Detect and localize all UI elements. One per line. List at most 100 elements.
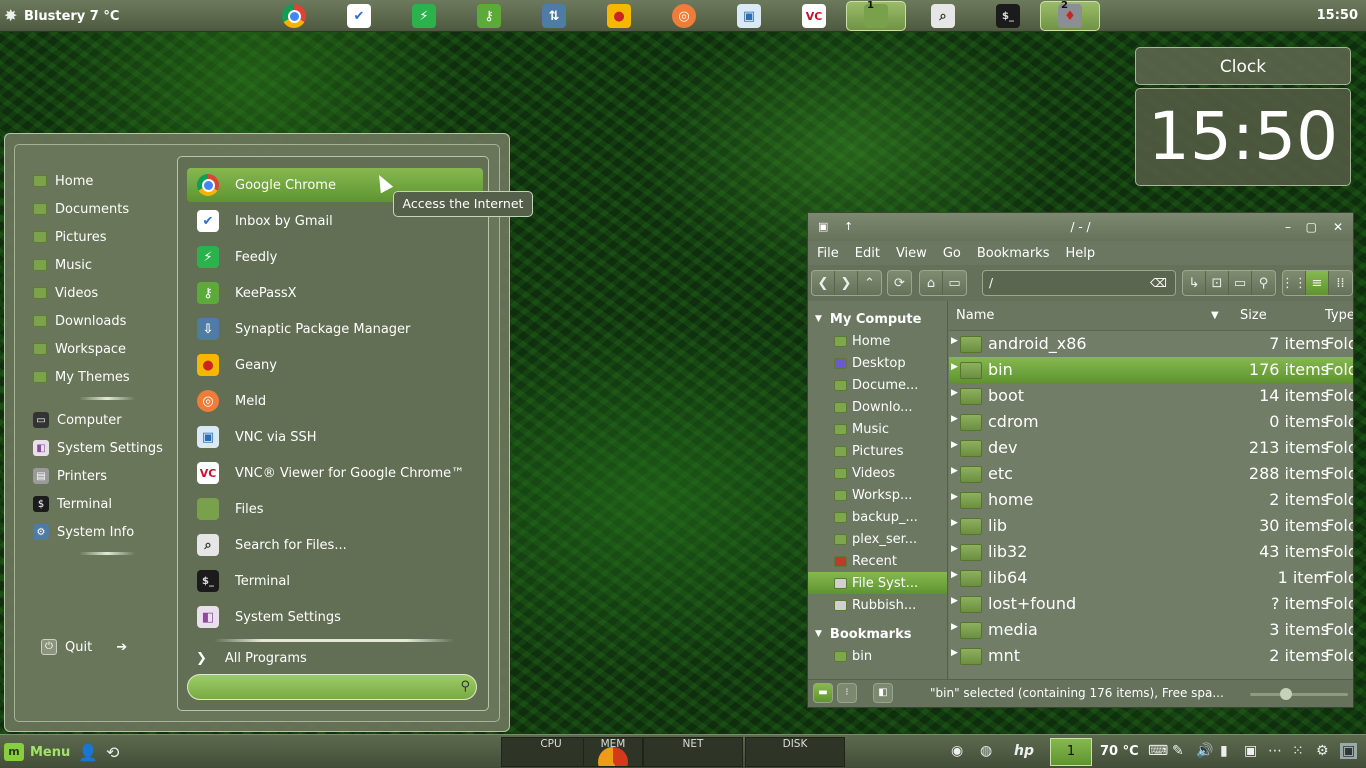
volume-icon[interactable]: 🔊	[1196, 743, 1213, 759]
expander-icon[interactable]: ▶	[951, 492, 958, 502]
menu-view[interactable]: View	[896, 246, 927, 261]
launcher-files[interactable]: 1	[846, 0, 906, 31]
sidebar-toggle-icon[interactable]: ◧	[873, 683, 893, 703]
table-row[interactable]: ▶ lib64 1 itemFold	[949, 565, 1353, 591]
expander-icon[interactable]: ▶	[951, 570, 958, 580]
sidebar-item-pictures[interactable]: Pictures	[808, 440, 947, 462]
panel-clock[interactable]: 15:50	[1317, 0, 1358, 32]
sidebar-item-home[interactable]: Home	[808, 330, 947, 352]
place-item-music[interactable]: Music	[25, 251, 175, 279]
place-item-documents[interactable]: Documents	[25, 195, 175, 223]
table-row[interactable]: ▶ lib32 43 itemsFold	[949, 539, 1353, 565]
titlebar[interactable]: ▣ ↑ / - / – ▢ ✕	[808, 213, 1353, 241]
column-name[interactable]: Name	[956, 308, 994, 323]
terminal-button[interactable]: ⊡	[1206, 271, 1229, 295]
launcher-keepassx[interactable]: ⚷	[459, 1, 519, 31]
column-size[interactable]: Size	[1240, 308, 1267, 323]
table-row[interactable]: ▶ android_x86 7 itemsFold	[949, 331, 1353, 357]
launcher-vnc-ssh[interactable]: ▣	[719, 1, 779, 31]
place-item-my-themes[interactable]: My Themes	[25, 363, 175, 391]
table-row[interactable]: ▶ boot 14 itemsFold	[949, 383, 1353, 409]
places-toggle-icon[interactable]: ▬	[813, 683, 833, 703]
window-menu-icon[interactable]: ▣	[818, 213, 828, 241]
maximize-button[interactable]: ▢	[1306, 213, 1317, 241]
expander-icon[interactable]: ▶	[951, 518, 958, 528]
quit-button[interactable]: ⏻ Quit ➔	[41, 639, 127, 655]
sidebar-item-music[interactable]: Music	[808, 418, 947, 440]
app-item-geany[interactable]: ● Geany	[187, 348, 483, 382]
hp-icon[interactable]: hp	[1014, 743, 1034, 759]
launcher-suit[interactable]: 2 ♦	[1040, 0, 1100, 31]
expander-icon[interactable]: ▶	[951, 336, 958, 346]
graph-mem[interactable]: MEM	[583, 737, 643, 767]
expander-icon[interactable]: ▶	[951, 388, 958, 398]
forward-button[interactable]: ❯	[835, 271, 858, 295]
minimize-button[interactable]: –	[1285, 213, 1291, 241]
toggle-location-icon[interactable]: ↳	[1183, 271, 1206, 295]
computer-button[interactable]: ▭	[943, 271, 966, 295]
zoom-slider[interactable]	[1250, 688, 1348, 700]
launcher-gmail[interactable]: ✔	[329, 1, 389, 31]
apps-grid-icon[interactable]: ⁙	[1292, 743, 1304, 759]
more-icon[interactable]: ⋯	[1268, 743, 1282, 759]
table-row[interactable]: ▶ etc 288 itemsFold	[949, 461, 1353, 487]
icon-view-button[interactable]: ⋮⋮	[1281, 271, 1307, 295]
workspace-switcher[interactable]: 1	[1050, 738, 1092, 766]
graph-net[interactable]: NET	[643, 737, 743, 767]
system-item-printers[interactable]: ▤ Printers	[25, 462, 175, 490]
table-row[interactable]: ▶ cdrom 0 itemsFold	[949, 409, 1353, 435]
keyboard-icon[interactable]: ⌨	[1148, 743, 1168, 759]
expander-icon[interactable]: ▶	[951, 544, 958, 554]
sidebar-item-desktop[interactable]: Desktop	[808, 352, 947, 374]
app-item-synaptic-package-manager[interactable]: ⇩ Synaptic Package Manager	[187, 312, 483, 346]
place-item-downloads[interactable]: Downloads	[25, 307, 175, 335]
location-input[interactable]: / ⌫	[982, 270, 1176, 296]
sidebar-item-downlo[interactable]: Downlo...	[808, 396, 947, 418]
new-folder-button[interactable]: ▭	[1229, 271, 1252, 295]
launcher-chrome[interactable]	[264, 1, 324, 31]
all-programs-button[interactable]: ❯ All Programs	[196, 651, 307, 666]
show-desktop-icon[interactable]: ▣	[1340, 743, 1358, 759]
place-item-workspace[interactable]: Workspace	[25, 335, 175, 363]
sidebar-section-bookmarks[interactable]: ▼ Bookmarks	[808, 623, 947, 645]
close-button[interactable]: ✕	[1333, 213, 1343, 241]
sidebar-item-docume[interactable]: Docume...	[808, 374, 947, 396]
app-item-vnc-viewer-for-google-chrome[interactable]: VC VNC® Viewer for Google Chrome™	[187, 456, 483, 490]
app-item-files[interactable]: Files	[187, 492, 483, 526]
pen-icon[interactable]: ✎	[1172, 743, 1184, 759]
launcher-vnc-viewer[interactable]: VC	[784, 1, 844, 31]
menu-help[interactable]: Help	[1065, 246, 1095, 261]
table-row[interactable]: ▶ lost+found ? itemsFold	[949, 591, 1353, 617]
launcher-synaptic[interactable]: ⇅	[524, 1, 584, 31]
app-item-keepassx[interactable]: ⚷ KeePassX	[187, 276, 483, 310]
place-item-videos[interactable]: Videos	[25, 279, 175, 307]
menu-button[interactable]: m Menu	[4, 735, 70, 768]
settings-gear-icon[interactable]: ⚙	[1316, 743, 1329, 759]
pin-icon[interactable]: ↑	[844, 213, 853, 241]
tree-toggle-icon[interactable]: ⁝	[837, 683, 857, 703]
battery-icon[interactable]: ▮	[1220, 743, 1228, 759]
table-row[interactable]: ▶ home 2 itemsFold	[949, 487, 1353, 513]
app-item-vnc-via-ssh[interactable]: ▣ VNC via SSH	[187, 420, 483, 454]
expander-icon[interactable]: ▶	[951, 466, 958, 476]
launcher-meld[interactable]: ◎	[654, 1, 714, 31]
bookmark-item-bin[interactable]: bin	[808, 645, 947, 667]
system-item-system-info[interactable]: ⚙ System Info	[25, 518, 175, 546]
app-item-terminal[interactable]: $_ Terminal	[187, 564, 483, 598]
menu-go[interactable]: Go	[943, 246, 961, 261]
expander-icon[interactable]: ▶	[951, 440, 958, 450]
search-button[interactable]: ⚲	[1252, 271, 1275, 295]
launcher-search-files[interactable]: ⌕	[913, 1, 973, 31]
column-type[interactable]: Type	[1325, 308, 1353, 323]
launcher-terminal[interactable]: $_	[978, 1, 1038, 31]
reload-button[interactable]: ⟳	[888, 271, 911, 295]
table-row[interactable]: ▶ bin 176 itemsFold	[949, 357, 1353, 383]
user-icon[interactable]: 👤	[78, 743, 98, 762]
expander-icon[interactable]: ▶	[951, 622, 958, 632]
up-button[interactable]: ⌃	[858, 271, 881, 295]
app-item-feedly[interactable]: ⚡ Feedly	[187, 240, 483, 274]
system-item-computer[interactable]: ▭ Computer	[25, 406, 175, 434]
graph-disk[interactable]: DISK	[745, 737, 845, 767]
menu-file[interactable]: File	[817, 246, 839, 261]
launcher-geany[interactable]: ●	[589, 1, 649, 31]
